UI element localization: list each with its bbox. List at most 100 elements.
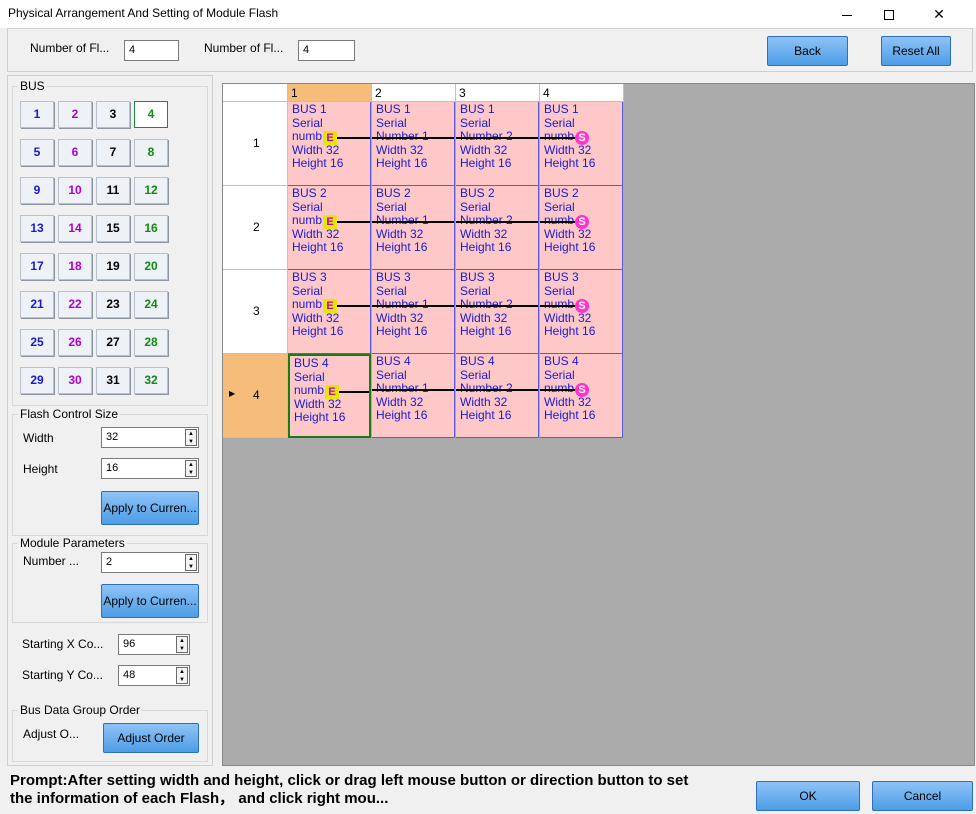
column-header[interactable]: 2	[372, 84, 456, 102]
bus-button-8[interactable]: 8	[134, 139, 168, 166]
flash-cell[interactable]: BUS 2 Serial numb Width 32 Height 16 S	[540, 186, 623, 270]
column-header[interactable]: 4	[540, 84, 624, 102]
bus-button-22[interactable]: 22	[58, 291, 92, 318]
bus-button-21[interactable]: 21	[20, 291, 54, 318]
cell-line: Height 16	[544, 408, 596, 422]
bus-button-16[interactable]: 16	[134, 215, 168, 242]
flash-cell[interactable]: BUS 3 Serial Number 2 Width 32 Height 16	[456, 270, 539, 354]
width-spinner[interactable]: 32 ▲ ▼	[101, 427, 199, 448]
bus-button-18[interactable]: 18	[58, 253, 92, 280]
flash-cell[interactable]: BUS 1 Serial numb Width 32 Height 16 S	[540, 102, 623, 186]
bus-button-14[interactable]: 14	[58, 215, 92, 242]
flash-cell[interactable]: BUS 2 Serial Number 2 Width 32 Height 16	[456, 186, 539, 270]
end-marker-icon: S	[575, 215, 589, 229]
bus-button-1[interactable]: 1	[20, 101, 54, 128]
module-params-title: Module Parameters	[18, 536, 127, 550]
cell-line: Width 32	[544, 394, 592, 409]
flash-cell[interactable]: BUS 1 Serial Number 2 Width 32 Height 16	[456, 102, 539, 186]
flash-cell[interactable]: BUS 3 Serial numb Width 32 Height 16 S	[540, 270, 623, 354]
bus-button-5[interactable]: 5	[20, 139, 54, 166]
bus-button-9[interactable]: 9	[20, 177, 54, 204]
bus-button-7[interactable]: 7	[96, 139, 130, 166]
bus-button-20[interactable]: 20	[134, 253, 168, 280]
bus-order-title: Bus Data Group Order	[18, 703, 143, 717]
flash-count-input[interactable]: 4	[124, 40, 179, 61]
bus-button-6[interactable]: 6	[58, 139, 92, 166]
apply-flash-size-button[interactable]: Apply to Curren...	[101, 491, 199, 525]
bus-button-17[interactable]: 17	[20, 253, 54, 280]
cell-line: Height 16	[376, 408, 428, 422]
spinner-arrows-icon[interactable]: ▲ ▼	[185, 429, 197, 446]
cell-line: Serial	[292, 283, 323, 298]
flash-cell[interactable]: BUS 3 Serial Number 1 Width 32 Height 16	[372, 270, 455, 354]
bus-button-25[interactable]: 25	[20, 329, 54, 356]
flash-cell[interactable]: BUS 3 Serial numb Width 32 Height 16 E	[288, 270, 371, 354]
bus-button-29[interactable]: 29	[20, 367, 54, 394]
back-button[interactable]: Back	[767, 36, 848, 66]
row-header[interactable]: 2	[223, 186, 288, 270]
adjust-order-button[interactable]: Adjust Order	[103, 723, 199, 753]
row-header[interactable]: 1	[223, 102, 288, 186]
column-header[interactable]: 3	[456, 84, 540, 102]
spinner-arrows-icon[interactable]: ▲ ▼	[185, 460, 197, 477]
start-y-spinner[interactable]: 48 ▲ ▼	[118, 665, 190, 686]
bus-button-24[interactable]: 24	[134, 291, 168, 318]
flash-cell[interactable]: BUS 2 Serial numb Width 32 Height 16 E	[288, 186, 371, 270]
maximize-button[interactable]	[868, 0, 910, 28]
cancel-button[interactable]: Cancel	[872, 781, 973, 811]
bus-button-28[interactable]: 28	[134, 329, 168, 356]
row-header[interactable]: ▶ 4	[223, 354, 288, 438]
height-value: 16	[106, 462, 119, 474]
cell-line: Width 32	[544, 310, 592, 325]
apply-module-params-button[interactable]: Apply to Curren...	[101, 584, 199, 618]
bus-button-27[interactable]: 27	[96, 329, 130, 356]
cell-line: Width 32	[376, 394, 424, 409]
cell-line: BUS 4	[544, 354, 579, 368]
flash-cell[interactable]: BUS 4 Serial numb Width 32 Height 16 S	[540, 354, 623, 438]
spinner-arrows-icon[interactable]: ▲ ▼	[176, 636, 188, 653]
bus-button-10[interactable]: 10	[58, 177, 92, 204]
flash-grid[interactable]: 1 2 3 4 1 BUS 1 Serial numb Width 32 Height 16 E BU…	[222, 83, 975, 766]
bus-button-13[interactable]: 13	[20, 215, 54, 242]
bus-button-15[interactable]: 15	[96, 215, 130, 242]
cell-line: Width 32	[292, 310, 340, 325]
adjust-order-label: Adjust O...	[23, 727, 80, 741]
bus-button-31[interactable]: 31	[96, 367, 130, 394]
cell-line: Height 16	[376, 156, 428, 170]
module-number-spinner[interactable]: 2 ▲ ▼	[101, 552, 199, 573]
start-x-spinner[interactable]: 96 ▲ ▼	[118, 634, 190, 655]
flash-cell[interactable]: BUS 1 Serial numb Width 32 Height 16 E	[288, 102, 371, 186]
ok-button[interactable]: OK	[756, 781, 860, 811]
close-button[interactable]: ✕	[918, 0, 960, 28]
column-header[interactable]: 1	[288, 84, 372, 102]
bus-button-30[interactable]: 30	[58, 367, 92, 394]
flash-cell[interactable]: BUS 4 Serial Number 2 Width 32 Height 16	[456, 354, 539, 438]
bus-button-11[interactable]: 11	[96, 177, 130, 204]
bus-button-32[interactable]: 32	[134, 367, 168, 394]
left-panel: BUS 1 2 3 4 5 6 7 8 9 10 11 12 13 14 15 16 17 18 19 20 21 22 2…	[7, 75, 213, 766]
flash-count-input-2[interactable]: 4	[298, 40, 355, 61]
flash-cell[interactable]: BUS 1 Serial Number 1 Width 32 Height 16	[372, 102, 455, 186]
bus-button-2[interactable]: 2	[58, 101, 92, 128]
bus-button-12[interactable]: 12	[134, 177, 168, 204]
bus-order-group: Bus Data Group Order Adjust O... Adjust …	[12, 703, 208, 762]
row-number: 4	[253, 388, 260, 402]
reset-all-button[interactable]: Reset All	[881, 36, 951, 66]
start-x-label: Starting X Co...	[22, 637, 104, 651]
height-spinner[interactable]: 16 ▲ ▼	[101, 458, 199, 479]
flash-cell[interactable]: BUS 4 Serial numb Width 32 Height 16 E	[288, 354, 371, 438]
cell-line: Serial	[294, 369, 325, 384]
flash-cell[interactable]: BUS 2 Serial Number 1 Width 32 Height 16	[372, 186, 455, 270]
bus-button-4[interactable]: 4	[134, 101, 168, 128]
cell-line: Width 32	[544, 142, 592, 157]
cell-line: Serial	[544, 199, 575, 214]
bus-button-3[interactable]: 3	[96, 101, 130, 128]
bus-button-19[interactable]: 19	[96, 253, 130, 280]
bus-button-23[interactable]: 23	[96, 291, 130, 318]
spinner-arrows-icon[interactable]: ▲ ▼	[176, 667, 188, 684]
flash-cell[interactable]: BUS 4 Serial Number 1 Width 32 Height 16	[372, 354, 455, 438]
spinner-arrows-icon[interactable]: ▲ ▼	[185, 554, 197, 571]
bus-button-26[interactable]: 26	[58, 329, 92, 356]
row-header[interactable]: 3	[223, 270, 288, 354]
minimize-button[interactable]	[826, 0, 868, 28]
